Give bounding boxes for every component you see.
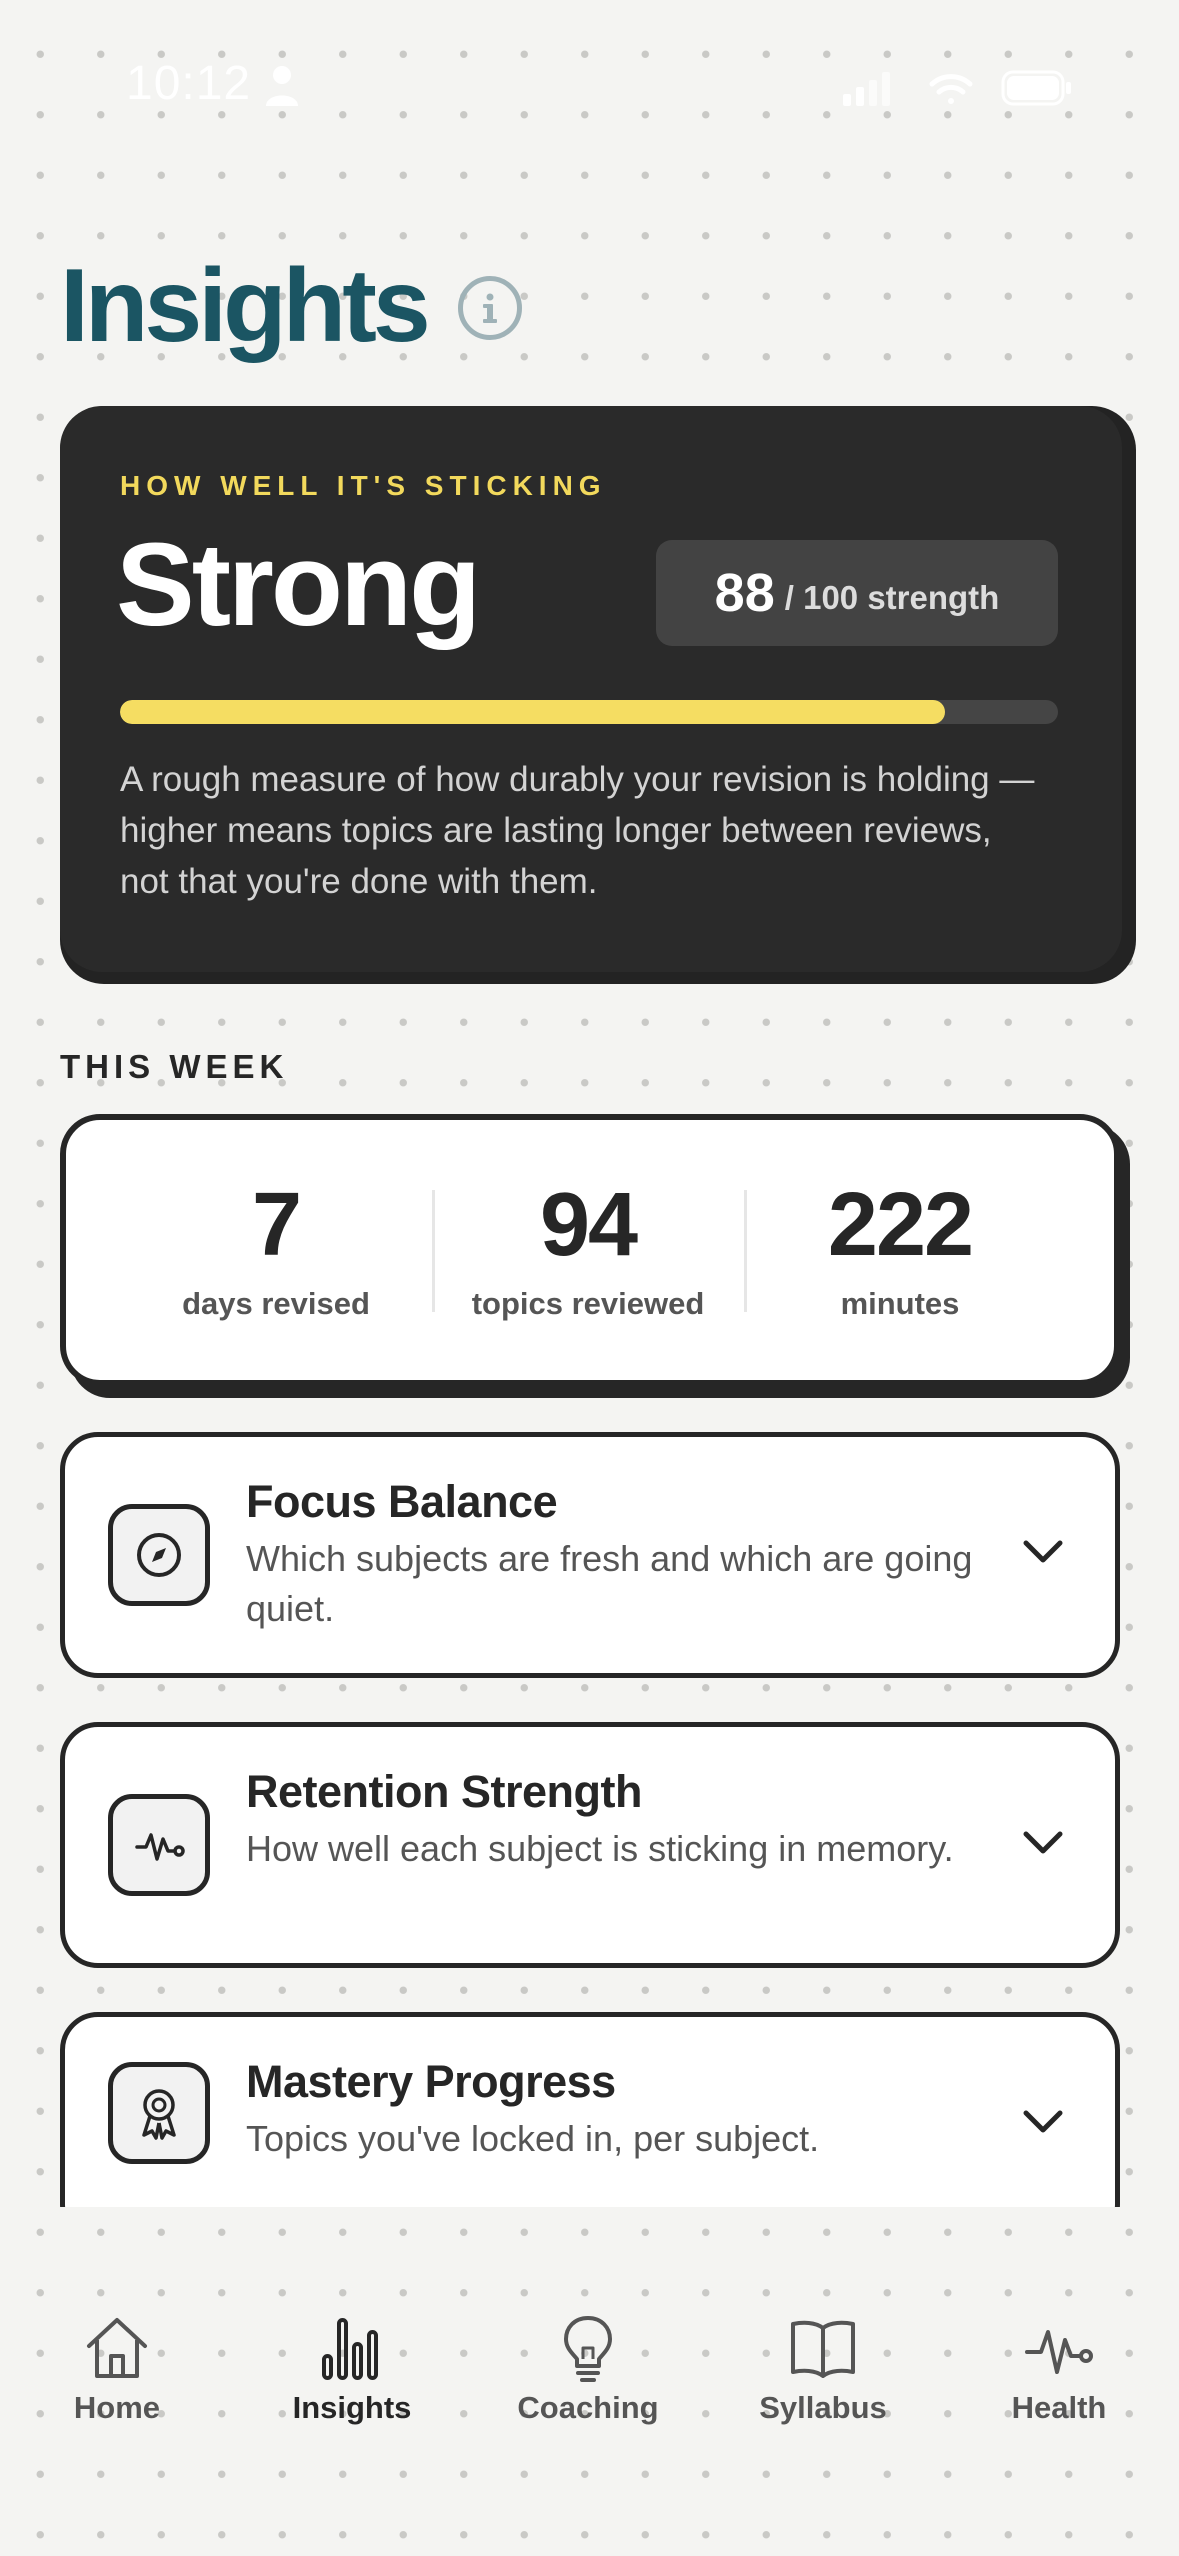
compass-icon: [108, 1504, 210, 1606]
strength-score-suffix: / 100 strength: [784, 579, 1000, 616]
stat-topics-reviewed: 94 topics reviewed: [458, 1180, 718, 1322]
chevron-down-icon[interactable]: [1018, 1533, 1068, 1573]
this-week-heading: THIS WEEK: [60, 1048, 289, 1085]
pulse-icon: [1025, 2330, 1093, 2374]
tab-insights[interactable]: Insights: [252, 2310, 452, 2426]
stat-divider: [744, 1190, 747, 1312]
book-icon: [791, 2320, 855, 2378]
lightbulb-icon: [564, 2316, 612, 2382]
tab-health[interactable]: Health: [959, 2310, 1159, 2426]
info-icon[interactable]: [458, 276, 522, 340]
home-icon: [87, 2318, 147, 2378]
strength-progress-bar: [120, 700, 1058, 724]
tab-label: Insights: [292, 2390, 412, 2425]
person-icon: [264, 64, 300, 108]
strength-score-badge: 88 / 100 strength: [656, 540, 1058, 646]
tab-label: Coaching: [517, 2390, 659, 2425]
battery-icon: [1001, 70, 1071, 106]
tab-coaching[interactable]: Coaching: [488, 2310, 688, 2426]
page-title: Insights: [60, 248, 431, 364]
stat-label: topics reviewed: [471, 1286, 705, 1321]
stat-minutes: 222 minutes: [770, 1180, 1030, 1322]
insight-description: Which subjects are fresh and which are g…: [246, 1538, 973, 1629]
strength-description: A rough measure of how durably your revi…: [120, 760, 1035, 901]
strength-eyebrow: HOW WELL IT'S STICKING: [120, 470, 607, 501]
chevron-down-icon[interactable]: [1018, 2103, 1068, 2143]
insight-description: Topics you've locked in, per subject.: [246, 2118, 820, 2159]
tab-home[interactable]: Home: [17, 2310, 217, 2426]
insight-title: Mastery Progress: [246, 2056, 616, 2107]
stat-label: minutes: [840, 1286, 960, 1321]
stat-days-revised: 7 days revised: [146, 1180, 406, 1322]
tab-label: Home: [73, 2390, 161, 2425]
strength-progress-fill: [120, 700, 946, 724]
insight-card-mastery-clip: Mastery Progress Topics you've locked in…: [0, 2012, 1179, 2207]
insight-title: Focus Balance: [246, 1476, 558, 1527]
stat-label: days revised: [182, 1286, 370, 1321]
pulse-icon: [108, 1794, 210, 1896]
status-time: 10:12: [126, 57, 252, 110]
strength-level: Strong: [116, 519, 481, 651]
strength-score: 88: [714, 563, 775, 623]
tab-label: Syllabus: [759, 2390, 887, 2425]
award-icon: [108, 2062, 210, 2164]
signal-icon: [843, 72, 890, 106]
status-indicators: [843, 68, 1073, 108]
insight-description: How well each subject is sticking in mem…: [246, 1828, 954, 1869]
wifi-icon: [929, 74, 973, 104]
tab-label: Health: [1011, 2390, 1107, 2425]
chevron-down-icon[interactable]: [1018, 1824, 1068, 1864]
stat-value: 222: [827, 1175, 974, 1275]
stat-value: 7: [251, 1175, 302, 1275]
bar-chart-icon: [322, 2318, 378, 2380]
insight-card-mastery-progress[interactable]: [60, 2012, 1120, 2207]
insight-title: Retention Strength: [246, 1766, 642, 1817]
stat-divider: [432, 1190, 435, 1312]
stat-value: 94: [539, 1175, 638, 1275]
tab-syllabus[interactable]: Syllabus: [723, 2310, 923, 2426]
